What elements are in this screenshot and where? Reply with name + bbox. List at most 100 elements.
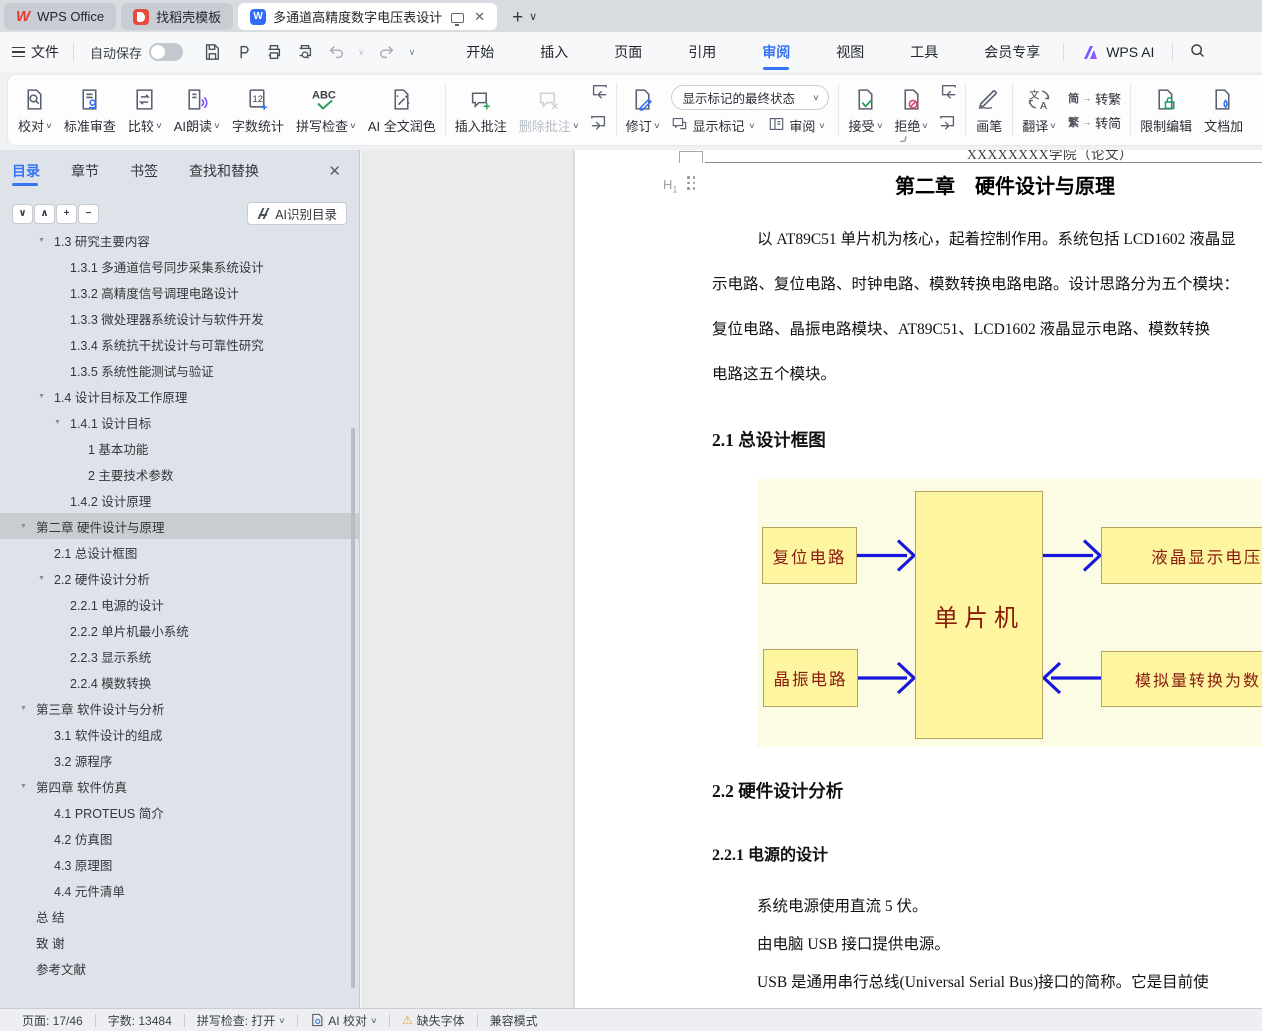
pane-tab-find-replace[interactable]: 查找和替换 [189, 150, 259, 192]
tab-document[interactable]: W 多通道高精度数字电压表设计 ✕ [238, 3, 497, 30]
toc-item[interactable]: ▼第四章 软件仿真 [0, 773, 359, 799]
reviewers-button[interactable]: 审阅 ∨ [768, 116, 825, 135]
export-pdf-icon[interactable] [234, 43, 252, 61]
pane-tab-contents[interactable]: 目录 [12, 150, 40, 192]
track-changes-button[interactable]: 修订∨ [620, 78, 666, 142]
toc-item[interactable]: 2 主要技术参数 [0, 461, 359, 487]
menu-item-page[interactable]: 页面 [591, 32, 665, 72]
sidebar-scrollbar[interactable] [351, 428, 355, 988]
ai-proofread-status[interactable]: AI 校对 ∨ [298, 1012, 389, 1029]
block-diagram[interactable]: 复位电路 晶振电路 单片机 液晶显示电压值 模拟量转换为数字量 [757, 479, 1262, 747]
toc-item[interactable]: 致 谢 [0, 929, 359, 955]
compare-button[interactable]: 比较∨ [122, 78, 168, 142]
ai-polish-button[interactable]: AI 全文润色 [362, 78, 442, 142]
autosave-control[interactable]: 自动保存 [74, 43, 193, 62]
toc-item[interactable]: 总 结 [0, 903, 359, 929]
toc-collapse-arrow-icon[interactable]: ▼ [20, 523, 36, 530]
toc-item[interactable]: 1.4.2 设计原理 [0, 487, 359, 513]
toc-item[interactable]: 1.3.2 高精度信号调理电路设计 [0, 279, 359, 305]
document-page[interactable]: XXXXXXXX学院（论文） H1 第二章 硬件设计与原理 以 AT89C51 … [575, 150, 1262, 1008]
next-change-icon[interactable] [938, 114, 958, 137]
toc-item[interactable]: 4.1 PROTEUS 简介 [0, 799, 359, 825]
autosave-toggle[interactable] [149, 43, 183, 61]
toc-item[interactable]: 4.2 仿真图 [0, 825, 359, 851]
ai-recognize-toc-button[interactable]: AI识别目录 [247, 202, 347, 225]
tab-docer-templates[interactable]: 找稻壳模板 [121, 3, 233, 30]
restrict-editing-button[interactable]: 限制编辑 [1134, 78, 1198, 142]
toc-item[interactable]: 3.1 软件设计的组成 [0, 721, 359, 747]
quickbar-chevron-icon[interactable]: ∨ [409, 47, 416, 58]
toc-item[interactable]: 参考文献 [0, 955, 359, 981]
heading-2-2-1[interactable]: 2.2.1 电源的设计 [712, 841, 828, 865]
toc-collapse-arrow-icon[interactable]: ▼ [38, 237, 54, 244]
search-icon[interactable] [1173, 42, 1222, 62]
pane-tab-chapters[interactable]: 章节 [71, 150, 99, 192]
word-count-button[interactable]: 12 字数统计 [226, 78, 290, 142]
previous-change-icon[interactable] [938, 83, 958, 106]
toc-item[interactable]: 2.2.2 单片机最小系统 [0, 617, 359, 643]
toc-item[interactable]: 4.4 元件清单 [0, 877, 359, 903]
menu-item-review[interactable]: 审阅 [739, 32, 813, 72]
close-tab-icon[interactable]: ✕ [474, 9, 485, 25]
missing-font-warning[interactable]: ⚠ 缺失字体 [390, 1012, 477, 1029]
word-count-indicator[interactable]: 字数: 13484 [96, 1012, 184, 1029]
to-traditional-button[interactable]: 简→ 转繁 [1068, 89, 1121, 108]
file-menu-button[interactable]: 文件 [0, 42, 73, 62]
translate-button[interactable]: 文A 翻译∨ [1016, 78, 1062, 142]
tab-wps-home[interactable]: W WPS Office [4, 3, 116, 30]
toc-item[interactable]: ▼1.3 研究主要内容 [0, 236, 359, 253]
menu-item-tools[interactable]: 工具 [887, 32, 961, 72]
accept-change-button[interactable]: 接受∨ [842, 78, 888, 142]
toc-collapse-arrow-icon[interactable]: ▼ [38, 575, 54, 582]
toc-item[interactable]: 2.2.1 电源的设计 [0, 591, 359, 617]
collapse-all-button[interactable]: ∧ [34, 204, 55, 224]
toc-item[interactable]: 1.3.4 系统抗干扰设计与可靠性研究 [0, 331, 359, 357]
encrypt-document-button[interactable]: 文档加 [1198, 78, 1249, 142]
toc-item[interactable]: 1.3.5 系统性能测试与验证 [0, 357, 359, 383]
spellcheck-status[interactable]: 拼写检查: 打开 ∨ [185, 1012, 298, 1029]
chapter-title[interactable]: 第二章 硬件设计与原理 [805, 170, 1205, 199]
toc-item[interactable]: 2.2.3 显示系统 [0, 643, 359, 669]
menu-item-reference[interactable]: 引用 [665, 32, 739, 72]
ink-pen-button[interactable]: 画笔 [969, 78, 1009, 142]
markup-state-combobox[interactable]: 显示标记的最终状态 ∨ [671, 85, 829, 110]
pane-tab-bookmarks[interactable]: 书签 [130, 150, 158, 192]
new-tab-button[interactable]: + [512, 7, 523, 29]
toc-item[interactable]: ▼第三章 软件设计与分析 [0, 695, 359, 721]
toc-item[interactable]: ▼1.4.1 设计目标 [0, 409, 359, 435]
print-icon[interactable] [265, 43, 283, 61]
toc-item[interactable]: 1.3.3 微处理器系统设计与软件开发 [0, 305, 359, 331]
page-indicator[interactable]: 页面: 17/46 [10, 1012, 95, 1029]
toc-collapse-arrow-icon[interactable]: ▼ [54, 419, 70, 426]
wps-ai-button[interactable]: WPS AI [1064, 44, 1172, 60]
insert-comment-button[interactable]: 插入批注 [449, 78, 513, 142]
toc-item[interactable]: ▼1.4 设计目标及工作原理 [0, 383, 359, 409]
tab-list-chevron-icon[interactable]: ∨ [529, 10, 537, 23]
heading-2-1[interactable]: 2.1 总设计框图 [712, 427, 826, 452]
drag-handle-icon[interactable] [687, 176, 697, 191]
toc-item[interactable]: 1 基本功能 [0, 435, 359, 461]
toc-item[interactable]: 1.3.1 多通道信号同步采集系统设计 [0, 253, 359, 279]
close-pane-icon[interactable]: ✕ [328, 162, 341, 180]
ai-read-aloud-button[interactable]: AI朗读∨ [168, 78, 226, 142]
heading-2-2[interactable]: 2.2 硬件设计分析 [712, 778, 843, 803]
increase-level-button[interactable]: + [56, 204, 77, 224]
reader-mode-icon[interactable] [451, 13, 464, 23]
toc-item[interactable]: 4.3 原理图 [0, 851, 359, 877]
toc-collapse-arrow-icon[interactable]: ▼ [20, 705, 36, 712]
heading-level-marker[interactable]: H1 [663, 177, 677, 195]
decrease-level-button[interactable]: − [78, 204, 99, 224]
toc-item[interactable]: 2.2.4 模数转换 [0, 669, 359, 695]
menu-item-start[interactable]: 开始 [443, 32, 517, 72]
standard-review-button[interactable]: 标准审查 [58, 78, 122, 142]
proofread-button[interactable]: 校对∨ [12, 78, 58, 142]
compat-mode-indicator[interactable]: 兼容模式 [478, 1012, 550, 1029]
previous-comment-icon[interactable] [589, 83, 609, 106]
toc-collapse-arrow-icon[interactable]: ▼ [20, 783, 36, 790]
to-simplified-button[interactable]: 繁→ 转简 [1068, 113, 1121, 132]
next-comment-icon[interactable] [589, 114, 609, 137]
save-icon[interactable] [203, 43, 221, 61]
menu-item-view[interactable]: 视图 [813, 32, 887, 72]
reject-change-button[interactable]: 拒绝∨ [888, 78, 934, 142]
menu-item-insert[interactable]: 插入 [517, 32, 591, 72]
